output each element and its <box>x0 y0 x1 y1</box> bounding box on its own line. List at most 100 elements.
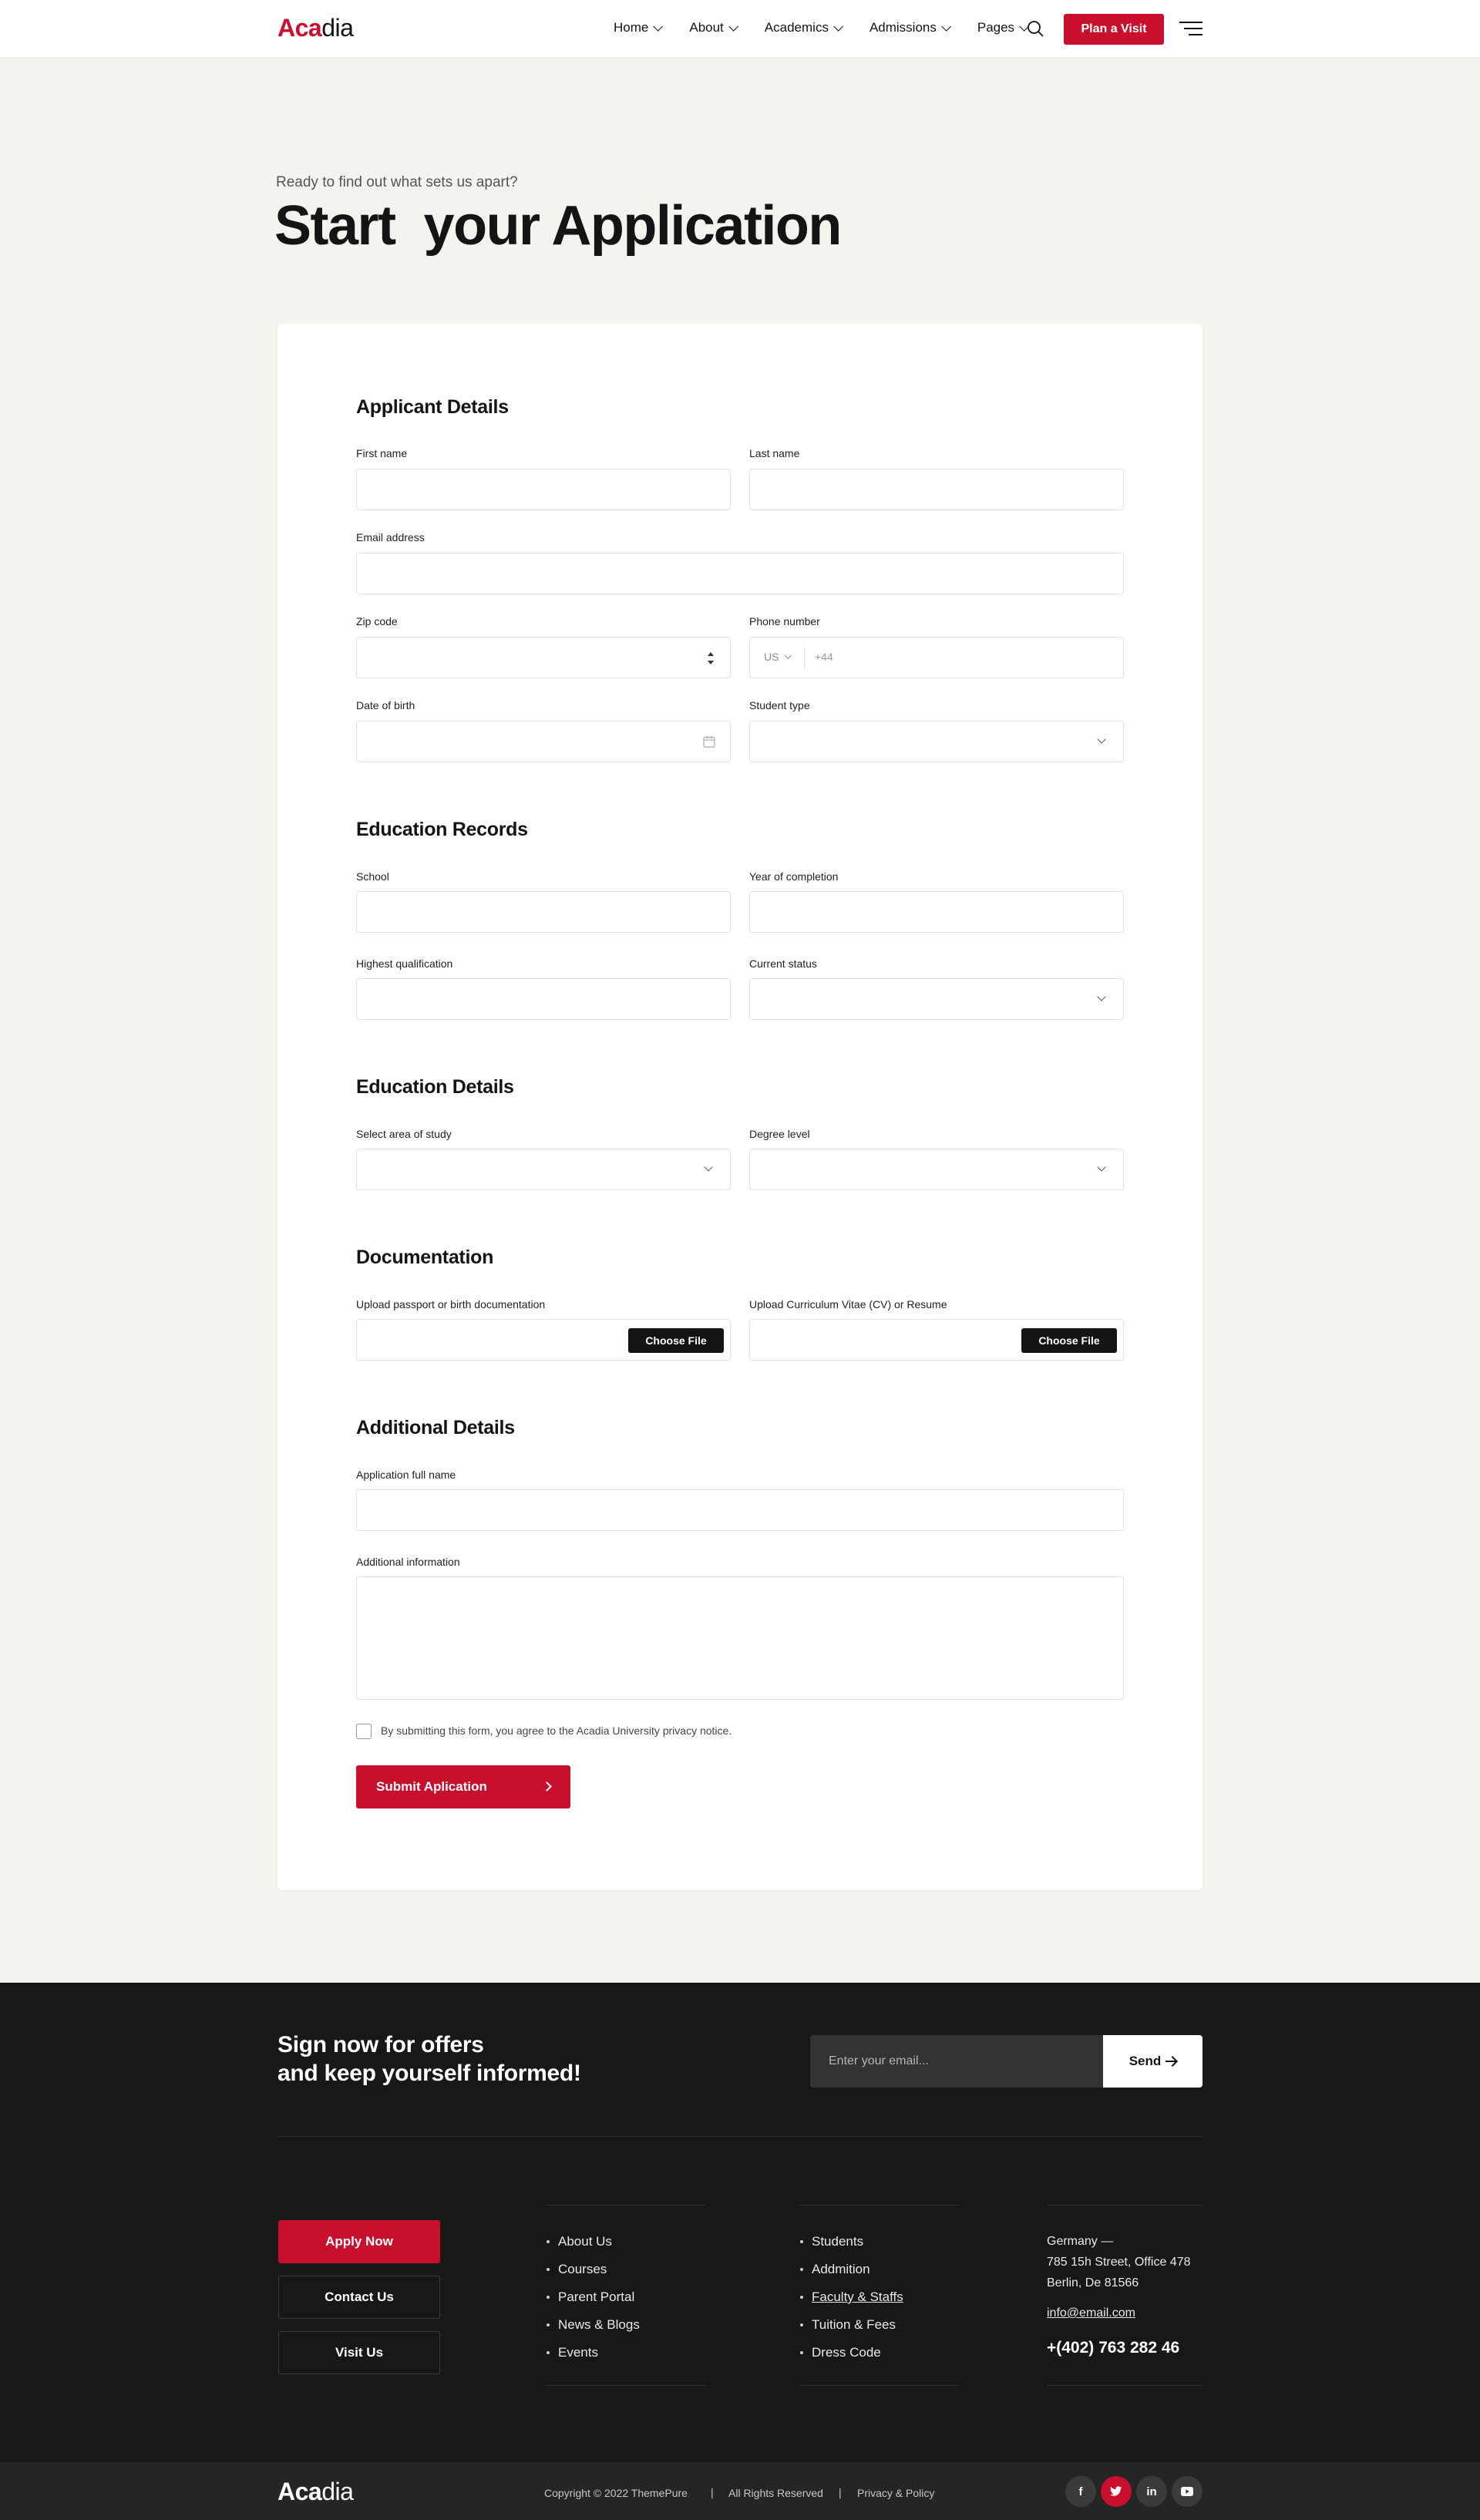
bottom-bar: Acadia Copyright © 2022 ThemePure | All … <box>0 2462 1480 2520</box>
dob-input[interactable] <box>356 721 731 762</box>
column-divider <box>1047 2385 1202 2386</box>
school-input[interactable] <box>356 891 731 933</box>
area-select[interactable] <box>356 1149 731 1190</box>
nav-admissions[interactable]: Admissions <box>870 20 951 35</box>
chevron-down-icon <box>1097 992 1106 1001</box>
site-header: Acadia Home About Academics Admissions P… <box>0 0 1480 59</box>
privacy-label: By submitting this form, you agree to th… <box>381 1724 732 1737</box>
page-title: Start your Application <box>274 195 842 257</box>
degree-label: Degree level <box>749 1128 810 1140</box>
section-title-records: Education Records <box>356 819 528 840</box>
school-label: School <box>356 870 389 883</box>
choose-file-button[interactable]: Choose File <box>1021 1328 1117 1353</box>
twitter-bird-icon <box>1110 2486 1122 2496</box>
country-code-select[interactable]: US <box>764 651 792 663</box>
last-name-input[interactable] <box>749 469 1124 510</box>
submit-application-button[interactable]: Submit Aplication <box>356 1765 570 1808</box>
youtube-icon[interactable] <box>1172 2476 1202 2507</box>
phone-placeholder: +44 <box>815 651 833 663</box>
footer-link-events[interactable]: Events <box>546 2339 640 2367</box>
cv-file-input[interactable]: Choose File <box>749 1319 1124 1361</box>
nav-academics[interactable]: Academics <box>765 20 843 35</box>
phone-input[interactable]: US +44 <box>749 637 1124 678</box>
full-name-label: Application full name <box>356 1469 456 1481</box>
footer-links-1: About Us Courses Parent Portal News & Bl… <box>546 2228 640 2367</box>
year-label: Year of completion <box>749 870 839 883</box>
nav-pages[interactable]: Pages <box>977 20 1030 35</box>
chevron-down-icon <box>1097 735 1106 744</box>
contact-us-button[interactable]: Contact Us <box>278 2276 440 2319</box>
section-title-applicant: Applicant Details <box>356 396 509 418</box>
twitter-icon[interactable] <box>1101 2476 1132 2507</box>
rights-text: All Rights Reserved <box>728 2487 823 2499</box>
chevron-down-icon <box>653 21 664 32</box>
calendar-icon[interactable] <box>702 735 716 749</box>
plan-visit-button[interactable]: Plan a Visit <box>1064 14 1164 45</box>
send-button[interactable]: Send <box>1103 2035 1202 2088</box>
chevron-right-icon <box>542 1781 552 1792</box>
newsletter-email-input[interactable] <box>810 2035 1103 2088</box>
qualification-input[interactable] <box>356 978 731 1020</box>
logo[interactable]: Acadia <box>278 14 354 42</box>
status-label: Current status <box>749 957 817 970</box>
chevron-down-icon <box>704 1162 713 1172</box>
privacy-link[interactable]: Privacy & Policy <box>857 2487 934 2499</box>
arrow-right-icon <box>1166 2061 1176 2062</box>
email-input[interactable] <box>356 553 1124 594</box>
zip-input[interactable] <box>356 637 731 678</box>
additional-info-label: Additional information <box>356 1556 460 1568</box>
footer-logo[interactable]: Acadia <box>278 2478 354 2506</box>
zip-label: Zip code <box>356 615 398 627</box>
qualification-label: Highest qualification <box>356 957 453 970</box>
chevron-down-icon <box>1097 1162 1106 1172</box>
passport-label: Upload passport or birth documentation <box>356 1298 546 1310</box>
section-title-details: Education Details <box>356 1076 514 1098</box>
facebook-icon[interactable]: f <box>1065 2476 1096 2507</box>
main-nav: Home About Academics Admissions Pages <box>614 20 1030 35</box>
nav-home[interactable]: Home <box>614 20 664 35</box>
choose-file-button[interactable]: Choose File <box>628 1328 724 1353</box>
nav-about[interactable]: About <box>689 20 738 35</box>
column-divider <box>799 2385 960 2386</box>
footer-link-addmition[interactable]: Addmition <box>799 2256 903 2283</box>
chevron-down-icon <box>833 21 843 32</box>
footer-link-students[interactable]: Students <box>799 2228 903 2256</box>
full-name-input[interactable] <box>356 1489 1124 1531</box>
footer-link-about[interactable]: About Us <box>546 2228 640 2256</box>
degree-select[interactable] <box>749 1149 1124 1190</box>
application-form-card: Applicant Details First name Last name E… <box>278 324 1202 1890</box>
linkedin-icon[interactable]: in <box>1136 2476 1167 2507</box>
first-name-input[interactable] <box>356 469 731 510</box>
column-divider <box>546 2385 706 2386</box>
student-type-select[interactable] <box>749 721 1124 762</box>
email-label: Email address <box>356 531 425 543</box>
hero-eyebrow: Ready to find out what sets us apart? <box>276 174 518 190</box>
footer-link-dress-code[interactable]: Dress Code <box>799 2339 903 2367</box>
footer-link-parent-portal[interactable]: Parent Portal <box>546 2283 640 2311</box>
footer-email-link[interactable]: info@email.com <box>1047 2306 1135 2320</box>
separator: | <box>711 2486 714 2498</box>
privacy-checkbox[interactable] <box>356 1724 372 1739</box>
footer-link-courses[interactable]: Courses <box>546 2256 640 2283</box>
dob-label: Date of birth <box>356 699 415 712</box>
status-select[interactable] <box>749 978 1124 1020</box>
footer-link-news[interactable]: News & Blogs <box>546 2311 640 2339</box>
visit-us-button[interactable]: Visit Us <box>278 2331 440 2374</box>
copyright-text: Copyright © 2022 ThemePure <box>544 2487 688 2499</box>
year-input[interactable] <box>749 891 1124 933</box>
search-icon[interactable] <box>1027 20 1044 37</box>
separator: | <box>839 2486 842 2498</box>
footer-link-tuition[interactable]: Tuition & Fees <box>799 2311 903 2339</box>
last-name-label: Last name <box>749 447 800 459</box>
apply-now-button[interactable]: Apply Now <box>278 2220 440 2263</box>
footer-link-faculty[interactable]: Faculty & Staffs <box>799 2283 903 2311</box>
hamburger-menu-icon[interactable] <box>1179 22 1202 37</box>
additional-info-textarea[interactable] <box>356 1576 1124 1700</box>
footer-phone[interactable]: +(402) 763 282 46 <box>1047 2339 1179 2357</box>
phone-label: Phone number <box>749 615 820 627</box>
passport-file-input[interactable]: Choose File <box>356 1319 731 1361</box>
section-title-additional: Additional Details <box>356 1417 515 1438</box>
section-title-docs: Documentation <box>356 1247 494 1268</box>
number-stepper-icon[interactable] <box>707 651 715 665</box>
chevron-down-icon <box>941 21 951 32</box>
